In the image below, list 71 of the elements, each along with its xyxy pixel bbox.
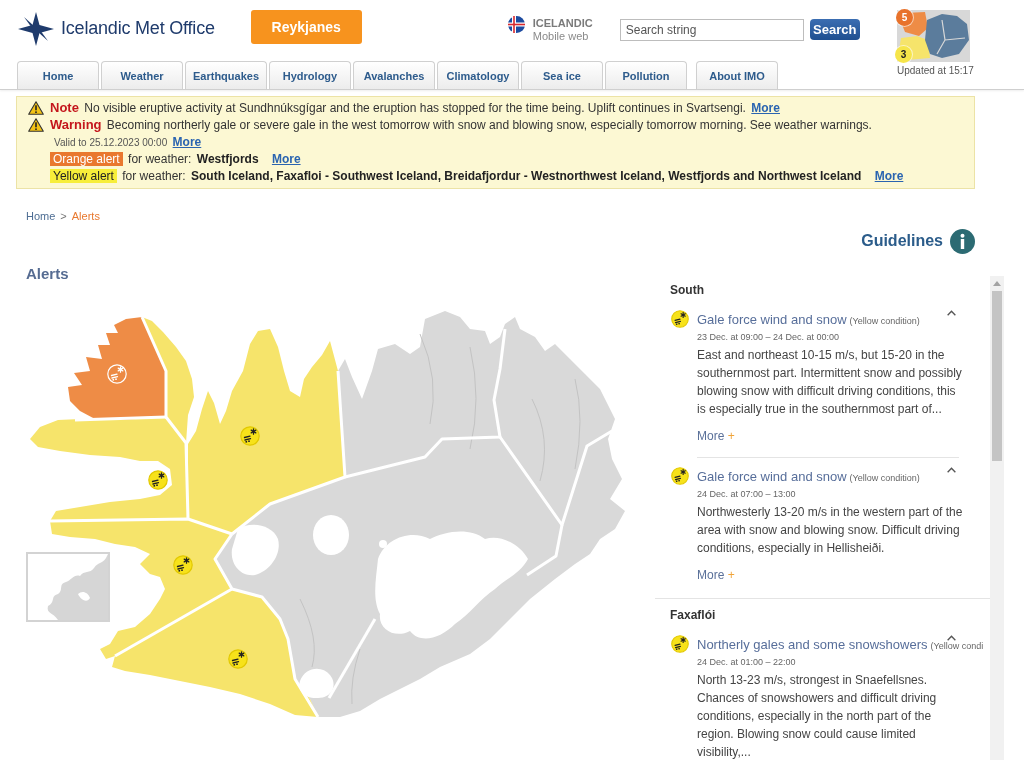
nav-tab[interactable]: Home [17,61,99,89]
language-link[interactable]: ICELANDIC [532,17,593,30]
alert-description: North 13-23 m/s, strongest in Snaefellsnes. Chances of snowshowers and difficult driving conditions, especially in the north part of the region. Blowing snow could cause limited visibility,... [697,672,938,760]
search-field[interactable]: Search string [619,19,804,41]
alert-level-label: Yellow alert [50,169,117,183]
alert-map-thumbnail[interactable] [897,10,970,62]
nav-tab[interactable]: Weather [101,61,183,89]
valid-until-text: Valid to 25.12.2023 00:00 [54,137,168,148]
caret-up-icon[interactable] [946,310,957,316]
caret-up-icon[interactable] [946,635,957,641]
alert-time-text: 24 Dec. at 01:00 – 22:00 [697,656,796,668]
more-link[interactable]: More [271,152,301,166]
more-link[interactable]: More + [697,566,735,584]
alert-prefix-text: for weather: [122,169,186,183]
snowflake-wind-icon [671,635,689,653]
snowflake-wind-icon [671,467,689,485]
more-link[interactable]: More + [697,427,735,445]
nav-tab[interactable]: About IMO [696,61,778,89]
alert-description: East and northeast 10-15 m/s, but 15-20 in the southernmost part. Intermittent snow and possibly blowing snow with difficult driving conditions, this is especially true in the southernmost part of... [697,347,963,418]
snowflake-wind-marker-icon[interactable] [148,470,168,490]
notice-text: Becoming northerly gale or severe gale in the west tomorrow with snow and blowing snow, especially tomorrow morning. See weather warnings. [106,118,872,132]
search-button[interactable]: Search [809,19,860,40]
caret-up-icon[interactable] [946,467,957,473]
info-icon[interactable] [950,228,975,254]
notice-label: Warning [50,117,102,132]
flag-icon[interactable] [507,16,525,33]
nav-tab[interactable]: Earthquakes [185,61,267,89]
alert-count-badge: 5 [896,9,913,26]
alert-title-link[interactable]: Gale force wind and snow [697,312,847,327]
warning-icon [28,118,44,132]
updated-time-text: Updated at 15:17 [897,65,974,77]
region-heading: South [670,282,704,298]
alert-count-badge: 3 [895,46,912,63]
alert-title-link[interactable]: Northerly gales and some snowshowers [697,637,928,652]
alert-areas-text: Westfjords [196,152,259,166]
alert-level-label: Orange alert [50,152,123,166]
snowflake-wind-marker-icon[interactable] [173,555,193,575]
snowflake-wind-marker-icon[interactable] [228,649,248,669]
nav-tab[interactable]: Climatology [437,61,519,89]
nav-tab[interactable]: Pollution [605,61,687,89]
snowflake-wind-marker-icon[interactable] [240,426,260,446]
notice-label: Note [50,100,79,115]
alert-description: Northwesterly 13-20 m/s in the western part of the area with snow and blowing snow. Difficult driving conditions, especially in Hellisheiði. [697,504,964,557]
snowflake-wind-icon [671,310,689,328]
breadcrumb-link[interactable]: Alerts [71,208,100,224]
nav-tab[interactable]: Avalanches [353,61,435,89]
nav-tab[interactable]: Hydrology [269,61,351,89]
more-link[interactable]: More [751,101,780,115]
region-heading: Faxaflói [670,607,716,623]
notice-text: No visible eruptive activity at Sundhnúksgígar and the eruption has stopped for the time being. Uplift continues in Svartsengi. [84,101,746,115]
scrollbar[interactable] [990,276,1004,760]
condition-text: (Yellow condi [930,643,984,650]
guidelines-link[interactable]: Guidelines [861,232,943,250]
condition-text: (Yellow condition) [849,475,920,482]
alert-title-link[interactable]: Gale force wind and snow [697,469,847,484]
star-logo-icon [18,11,54,46]
mobile-web-link[interactable]: Mobile web [532,30,589,43]
nav-tab[interactable]: Sea ice [521,61,603,89]
more-link[interactable]: More [172,135,202,149]
logo-link[interactable]: Icelandic Met Office [18,11,215,46]
condition-text: (Yellow condition) [849,318,920,325]
alert-prefix-text: for weather: [128,152,192,166]
alert-areas-text: South Iceland, Faxafloi - Southwest Iceland, Breidafjordur - Westnorthwest Iceland, Westfjords and Northwest Iceland [191,169,862,183]
breadcrumb-link[interactable]: Home [26,208,56,224]
scrollbar-thumb[interactable] [992,291,1002,461]
alert-time-text: 24 Dec. at 07:00 – 13:00 [697,488,796,500]
warning-icon [28,101,44,115]
breadcrumb-separator: > [60,209,67,224]
alert-time-text: 23 Dec. at 09:00 – 24 Dec. at 00:00 [697,331,840,343]
alerts-heading: Alerts [26,264,69,284]
more-link[interactable]: More [874,169,904,183]
